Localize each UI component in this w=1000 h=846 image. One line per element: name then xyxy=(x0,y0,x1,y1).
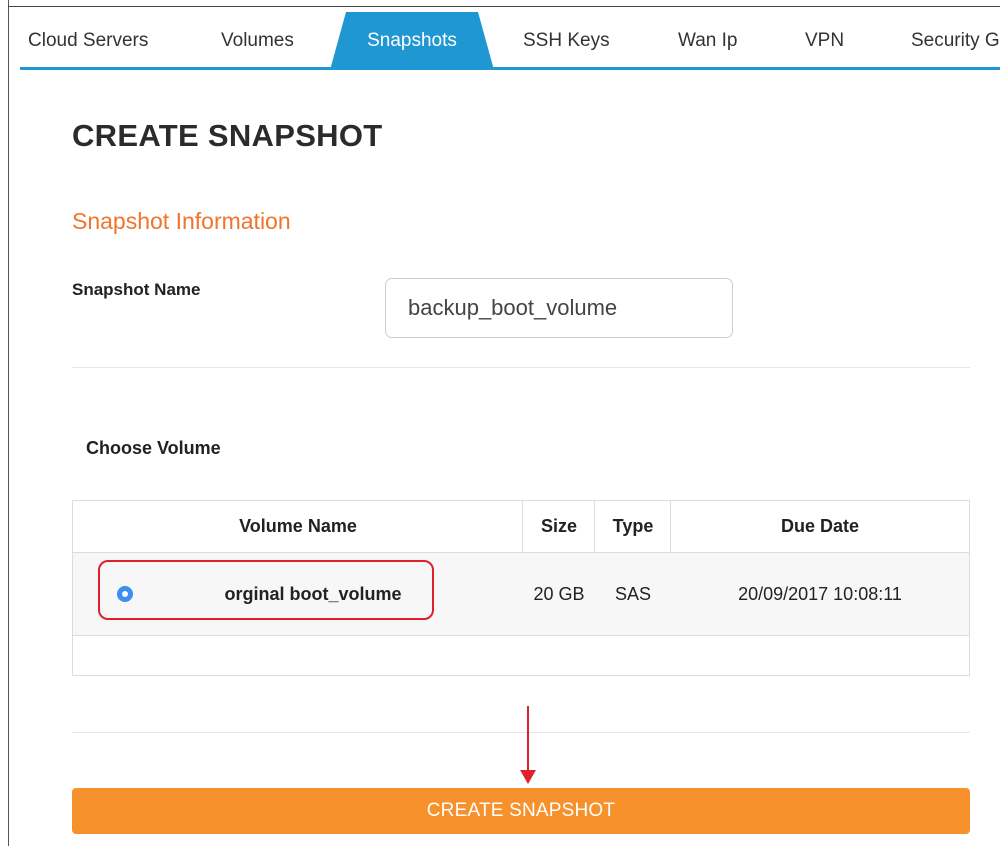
annotation-highlight-box xyxy=(98,560,434,620)
tab-underline xyxy=(20,67,1000,70)
tab-ssh-keys[interactable]: SSH Keys xyxy=(523,12,610,70)
tab-vpn[interactable]: VPN xyxy=(805,12,844,70)
tab-cloud-servers[interactable]: Cloud Servers xyxy=(28,12,148,70)
table-header: Volume Name Size Type Due Date xyxy=(73,501,969,553)
choose-volume-label: Choose Volume xyxy=(86,438,221,458)
annotation-arrow-head-icon xyxy=(520,770,536,784)
section-title: Snapshot Information xyxy=(72,208,291,234)
tab-volumes[interactable]: Volumes xyxy=(221,12,294,70)
page-title: CREATE SNAPSHOT xyxy=(72,118,383,153)
column-header-type: Type xyxy=(612,516,654,536)
annotation-arrow-line xyxy=(527,706,529,772)
frame-border-left xyxy=(8,0,9,846)
cell-type: SAS xyxy=(614,584,652,604)
column-header-volume-name: Volume Name xyxy=(239,516,357,536)
column-header-due-date: Due Date xyxy=(780,516,860,536)
snapshot-name-input[interactable] xyxy=(385,278,733,338)
snapshot-name-label: Snapshot Name xyxy=(72,280,201,299)
create-snapshot-button[interactable]: CREATE SNAPSHOT xyxy=(72,788,970,834)
tab-wan-ip[interactable]: Wan Ip xyxy=(678,12,738,70)
frame-border-top xyxy=(8,6,1000,7)
tab-snapshots[interactable]: Snapshots xyxy=(330,12,494,70)
tab-bar: Cloud Servers Volumes Snapshots SSH Keys… xyxy=(20,12,1000,70)
divider xyxy=(72,367,970,368)
cell-due-date: 20/09/2017 10:08:11 xyxy=(738,584,902,604)
column-header-size: Size xyxy=(540,516,578,536)
divider xyxy=(72,732,970,733)
tab-security-groups[interactable]: Security G xyxy=(911,12,1000,70)
cell-size: 20 GB xyxy=(533,584,585,604)
